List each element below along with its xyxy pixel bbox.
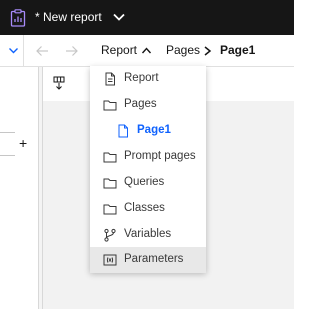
menu-item-pages[interactable]: Pages	[90, 92, 206, 118]
menu-item-classes[interactable]: Classes	[90, 196, 206, 222]
menu-item-label: Prompt pages	[124, 150, 196, 162]
arrow-left-icon[interactable]	[35, 44, 49, 58]
chevron-up-icon[interactable]	[141, 46, 152, 55]
breadcrumb-dropdown-menu: Report Pages Page1 Prompt pages Queries …	[90, 66, 206, 273]
parameter-icon	[103, 254, 117, 266]
insert-table-icon[interactable]	[53, 76, 65, 90]
menu-item-label: Page1	[137, 124, 171, 136]
menu-item-report[interactable]: Report	[90, 66, 206, 92]
menu-item-variables[interactable]: Variables	[90, 222, 206, 248]
document-icon	[105, 72, 115, 86]
menu-item-parameters[interactable]: Parameters	[90, 247, 206, 273]
chevron-right-icon	[204, 46, 212, 56]
menu-item-label: Pages	[124, 98, 157, 110]
divider	[23, 35, 24, 67]
menu-item-label: Parameters	[124, 253, 184, 265]
menu-item-prompt-pages[interactable]: Prompt pages	[90, 144, 206, 170]
menu-item-queries[interactable]: Queries	[90, 170, 206, 196]
arrow-right-icon[interactable]	[65, 44, 79, 58]
folder-icon	[103, 152, 117, 163]
breadcrumb-report[interactable]: Report	[101, 43, 137, 57]
report-title: * New report	[35, 10, 102, 24]
folder-icon	[103, 204, 117, 215]
menu-item-label: Report	[124, 72, 159, 84]
folder-icon	[103, 178, 117, 189]
branch-icon	[104, 228, 116, 242]
menu-item-page1[interactable]: Page1	[90, 118, 206, 144]
menu-item-label: Variables	[124, 228, 172, 240]
page-icon	[118, 124, 128, 138]
report-clipboard-icon[interactable]	[10, 9, 26, 27]
breadcrumb-pages[interactable]: Pages	[166, 43, 200, 57]
breadcrumb-bar: Report Pages Page1	[0, 35, 294, 67]
chevron-down-icon[interactable]	[112, 10, 126, 24]
menu-item-label: Queries	[124, 176, 165, 188]
app-header: * New report	[0, 0, 294, 35]
folder-icon	[103, 100, 117, 111]
chevron-down-icon[interactable]	[8, 45, 19, 56]
left-panel-input[interactable]	[0, 133, 15, 156]
menu-item-label: Classes	[124, 202, 165, 214]
breadcrumb-page1: Page1	[220, 43, 256, 57]
add-button[interactable]: +	[19, 135, 27, 151]
